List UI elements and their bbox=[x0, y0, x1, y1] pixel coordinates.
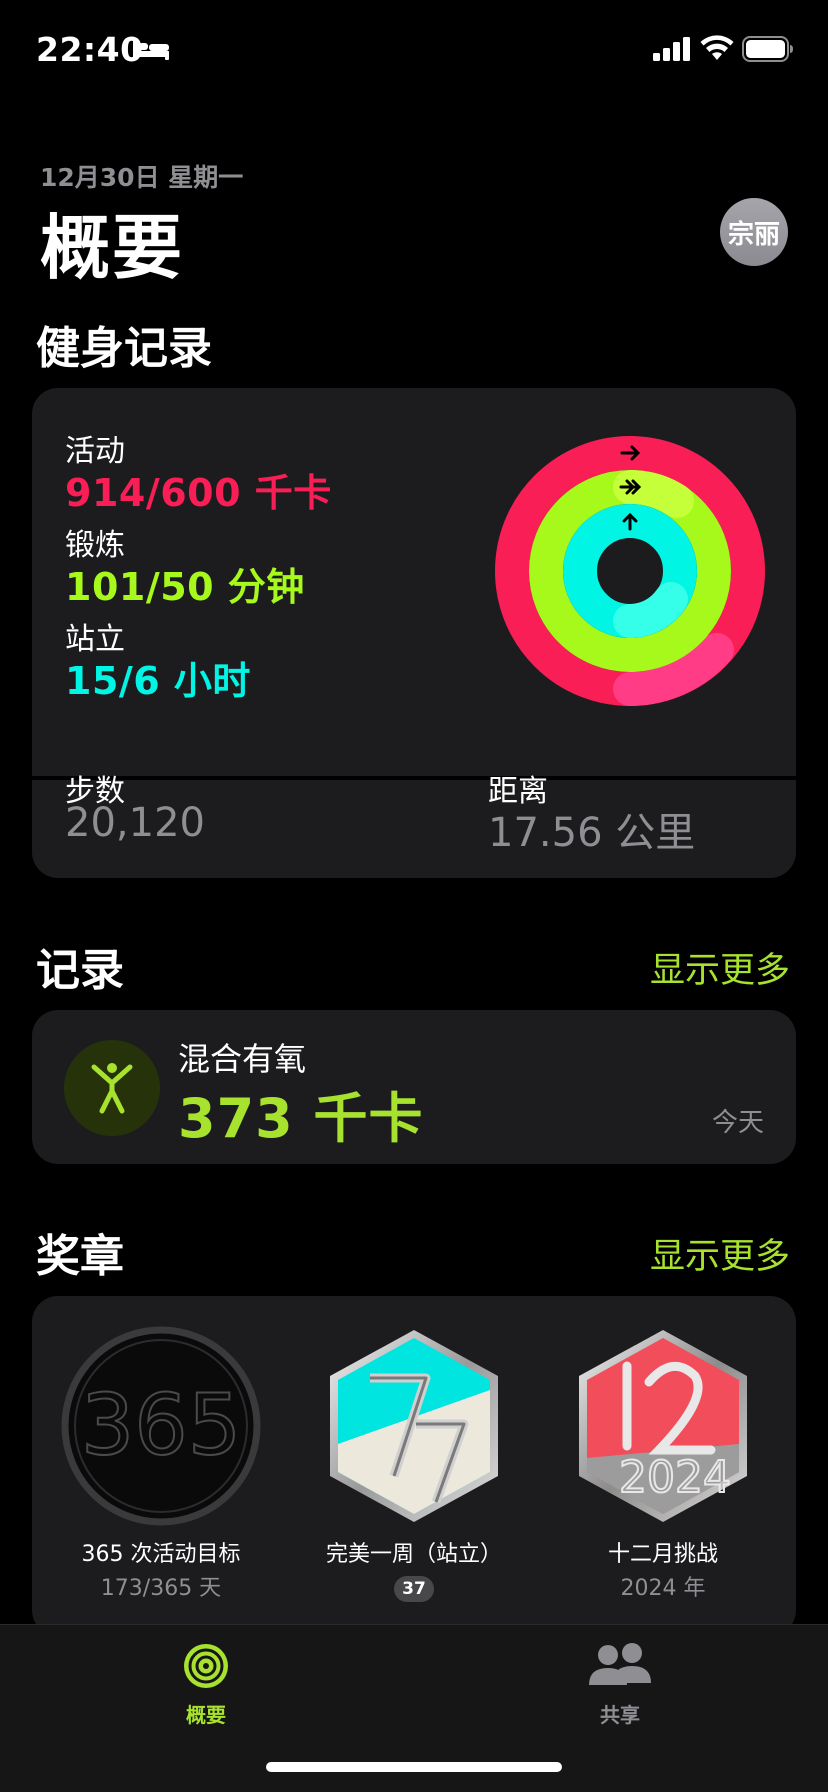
steps-value: 20,120 bbox=[65, 800, 205, 846]
distance-value: 17.56 公里 bbox=[488, 810, 696, 856]
award-name: 365 次活动目标 bbox=[81, 1542, 241, 1567]
awards-card: 365 365 次活动目标 173/365 天 完美一周（站立） 37 2024… bbox=[32, 1296, 796, 1636]
workout-icon-circle bbox=[64, 1040, 160, 1136]
exercise-value: 101/50 分钟 bbox=[65, 565, 305, 609]
tab-summary[interactable]: 概要 bbox=[146, 1641, 266, 1728]
svg-text:2024: 2024 bbox=[619, 1452, 731, 1503]
fitness-card[interactable]: 活动 914/600 千卡 锻炼 101/50 分钟 站立 15/6 小时 步数… bbox=[32, 388, 796, 878]
stand-value: 15/6 小时 bbox=[65, 659, 251, 703]
battery-icon bbox=[742, 36, 793, 62]
card-divider bbox=[32, 776, 796, 780]
workout-date: 今天 bbox=[711, 1108, 764, 1138]
fitness-section-title: 健身记录 bbox=[36, 323, 212, 374]
people-icon bbox=[589, 1643, 651, 1685]
home-indicator[interactable] bbox=[266, 1762, 562, 1772]
tab-sharing[interactable]: 共享 bbox=[560, 1641, 680, 1728]
awards-section-title: 奖章 bbox=[36, 1231, 124, 1282]
365-award-icon: 365 bbox=[61, 1326, 261, 1526]
wifi-icon bbox=[700, 35, 734, 60]
tab-summary-label: 概要 bbox=[186, 1703, 226, 1727]
status-bar: 22:40 bbox=[0, 0, 828, 100]
record-card[interactable]: 混合有氧 373 千卡 今天 bbox=[32, 1010, 796, 1164]
avatar[interactable]: 宗丽 bbox=[720, 198, 788, 266]
svg-text:365: 365 bbox=[81, 1376, 241, 1474]
records-show-more-link[interactable]: 显示更多 bbox=[650, 942, 790, 993]
award-count-badge: 37 bbox=[394, 1576, 434, 1602]
award-progress: 173/365 天 bbox=[100, 1576, 222, 1601]
perfect-week-award-icon bbox=[330, 1330, 498, 1522]
award-year: 2024 年 bbox=[620, 1576, 706, 1601]
tab-sharing-label: 共享 bbox=[600, 1703, 640, 1727]
date-label: 12月30日 星期一 bbox=[40, 163, 244, 192]
december-challenge-award-icon: 2024 bbox=[579, 1330, 747, 1522]
person-arms-raised-icon bbox=[91, 1063, 133, 1114]
bed-icon bbox=[133, 40, 169, 60]
award-name: 完美一周（站立） bbox=[325, 1542, 502, 1567]
activity-rings bbox=[495, 436, 765, 706]
records-section-title: 记录 bbox=[36, 945, 124, 996]
activity-rings-icon bbox=[184, 1644, 228, 1688]
move-value: 914/600 千卡 bbox=[65, 471, 332, 515]
workout-value: 373 千卡 bbox=[178, 1087, 424, 1150]
award-perfect-week[interactable]: 完美一周（站立） 37 bbox=[289, 1326, 539, 1602]
signal-icon bbox=[653, 37, 690, 61]
status-time: 22:40 bbox=[36, 30, 144, 69]
award-december-challenge[interactable]: 2024 十二月挑战 2024 年 bbox=[538, 1326, 788, 1602]
awards-show-more-link[interactable]: 显示更多 bbox=[650, 1228, 790, 1279]
page-title: 概要 bbox=[40, 207, 184, 289]
award-365[interactable]: 365 365 次活动目标 173/365 天 bbox=[36, 1326, 286, 1602]
award-name: 十二月挑战 bbox=[607, 1542, 718, 1567]
